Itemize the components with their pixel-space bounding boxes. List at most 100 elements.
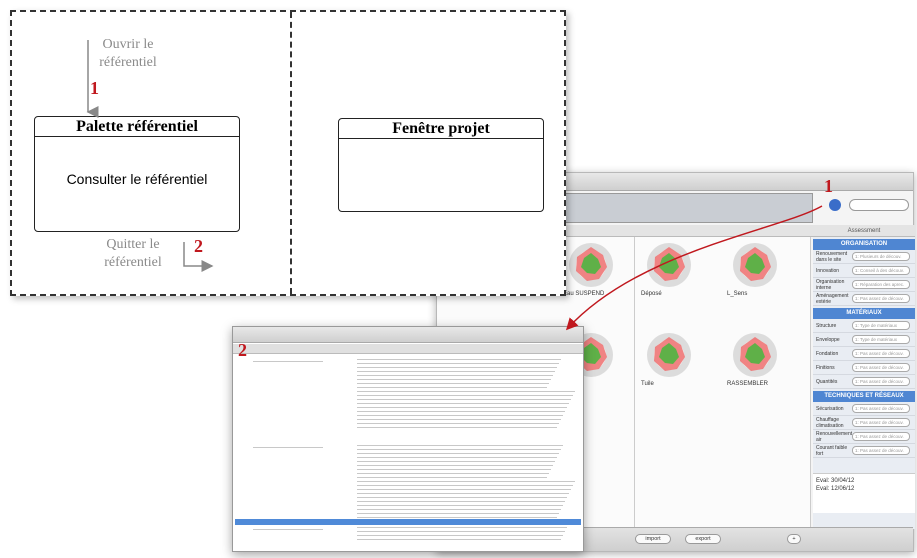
assessment-row-select[interactable]: 1: Pas assez de découv. bbox=[852, 377, 910, 386]
referentiel-text-line bbox=[357, 539, 561, 540]
referentiel-text-line bbox=[357, 411, 565, 412]
step-1-number: 1 bbox=[90, 78, 99, 98]
assessment-row: Sécurisation 1: Pas assez de découv. bbox=[813, 402, 915, 416]
open-annotation-line1: Ouvrir le bbox=[102, 37, 154, 52]
assessment-row: Courant faible fort 1: Pas assez de décou… bbox=[813, 444, 915, 458]
referentiel-window-titlebar bbox=[233, 327, 583, 343]
referentiel-text-line bbox=[357, 383, 549, 384]
referentiel-text-line bbox=[357, 453, 559, 454]
referentiel-text-line bbox=[357, 371, 555, 372]
referentiel-text-line bbox=[357, 531, 565, 532]
assessment-row-select[interactable]: 1: Plusieurs de découv. bbox=[852, 252, 910, 261]
assessment-row-select[interactable]: 1: Conseil à des découv. bbox=[852, 266, 910, 275]
radar-thumbnail[interactable] bbox=[645, 331, 693, 379]
referentiel-text-line bbox=[357, 517, 557, 518]
referentiel-text-line bbox=[357, 379, 551, 380]
assessment-row-label: Sécurisation bbox=[816, 405, 844, 412]
radar-thumbnail[interactable] bbox=[567, 241, 615, 289]
assessment-row-select[interactable]: 1: Pas assez de découv. bbox=[852, 404, 910, 413]
referentiel-text-line bbox=[357, 449, 561, 450]
referentiel-criterion-label bbox=[253, 529, 323, 530]
radar-label: Eau SUSPEND bbox=[563, 291, 605, 297]
assessment-row: Aménagement extérie 1: Pas assez de décou… bbox=[813, 292, 915, 306]
referentiel-text-line bbox=[357, 513, 559, 514]
assessment-row-label: Innovation bbox=[816, 267, 840, 274]
referentiel-criterion-label bbox=[253, 447, 323, 448]
assessment-row-select[interactable]: 1: Réparation des aprec. bbox=[852, 280, 910, 289]
assessment-sections: ORGANISATION Renouvement dans le site 1: P… bbox=[813, 239, 915, 458]
assessment-row-select[interactable]: 1: Pas assez de découv. bbox=[852, 446, 910, 455]
assessment-row-select[interactable]: 1: Type de matériaux bbox=[852, 335, 910, 344]
assessment-row-label: Courant faible fort bbox=[816, 444, 848, 457]
assessment-row-label: Organisation interne bbox=[816, 278, 845, 291]
referentiel-text-line bbox=[357, 489, 571, 490]
evaluation-date-2[interactable]: Eval: 12/06/12 bbox=[816, 485, 912, 493]
assessment-row: Enveloppe 1: Type de matériaux bbox=[813, 333, 915, 347]
diagram-divider bbox=[290, 12, 292, 294]
assessment-row: Structure 1: Type de matériaux bbox=[813, 319, 915, 333]
open-annotation: Ouvrir le référentiel bbox=[98, 36, 158, 72]
assessment-row: Finitions 1: Pas assez de découv. bbox=[813, 361, 915, 375]
referentiel-text-line bbox=[357, 535, 563, 536]
radar-chart-icon bbox=[733, 333, 777, 377]
assessment-row-label: Fondation bbox=[816, 350, 839, 357]
referentiel-text-line bbox=[357, 477, 547, 478]
radar-thumbnail[interactable] bbox=[731, 241, 779, 289]
referentiel-text-line bbox=[357, 457, 557, 458]
referentiel-text-line bbox=[357, 367, 557, 368]
radar-thumbnail[interactable] bbox=[645, 241, 693, 289]
assessment-section-title: TECHNIQUES ET RÉSEAUX bbox=[813, 391, 915, 402]
assessment-row-label: Renouvement dans le site bbox=[816, 250, 848, 263]
project-info-bar bbox=[563, 193, 813, 223]
radar-chart-icon bbox=[569, 243, 613, 287]
radar-thumbnail[interactable] bbox=[731, 331, 779, 379]
referentiel-text-line bbox=[357, 527, 567, 528]
referentiel-text-line bbox=[357, 399, 571, 400]
referentiel-text-line bbox=[357, 485, 573, 486]
assessment-row-label: Renouvellement air bbox=[816, 430, 853, 443]
referentiel-text-line bbox=[357, 407, 567, 408]
referentiel-window bbox=[232, 326, 584, 552]
referentiel-text-line bbox=[357, 493, 569, 494]
evaluation-date-1[interactable]: Eval: 30/04/12 bbox=[816, 477, 912, 485]
assessment-row-select[interactable]: 1: Pas assez de découv. bbox=[852, 418, 910, 427]
radar-label: L_Sens bbox=[727, 291, 748, 297]
quit-annotation-line1: Quitter le bbox=[106, 237, 160, 252]
referentiel-text-line bbox=[357, 465, 553, 466]
radar-chart-icon bbox=[733, 243, 777, 287]
assessment-row: Organisation interne 1: Réparation des ap… bbox=[813, 278, 915, 292]
add-icon[interactable]: + bbox=[787, 534, 801, 544]
referentiel-text-line bbox=[357, 415, 563, 416]
project-window-title: Fenêtre projet bbox=[339, 119, 543, 139]
assessment-row-select[interactable]: 1: Pas assez de découv. bbox=[852, 294, 910, 303]
radar-label: RASSEMBLER bbox=[727, 381, 769, 387]
radar-chart-icon bbox=[647, 333, 691, 377]
referentiel-text-line bbox=[357, 461, 555, 462]
assessment-row-select[interactable]: 1: Type de matériaux bbox=[852, 321, 910, 330]
export-button[interactable]: export bbox=[685, 534, 721, 544]
referentiel-selected-row[interactable] bbox=[235, 519, 581, 525]
quit-annotation: Quitter le référentiel bbox=[100, 236, 166, 272]
referentiel-text-line bbox=[357, 395, 573, 396]
radar-label: Tuile bbox=[641, 381, 654, 387]
assessment-row-select[interactable]: 1: Pas assez de découv. bbox=[852, 363, 910, 372]
import-button[interactable]: import bbox=[635, 534, 671, 544]
assessment-row-select[interactable]: 1: Pas assez de découv. bbox=[852, 349, 910, 358]
assessment-row-select[interactable]: 1: Pas assez de découv. bbox=[852, 432, 910, 441]
project-window-box: Fenêtre projet bbox=[338, 118, 544, 212]
referentiel-text-line bbox=[357, 363, 559, 364]
workflow-diagram: Ouvrir le référentiel 1 Palette référent… bbox=[10, 10, 566, 296]
search-input[interactable] bbox=[849, 199, 909, 211]
referentiel-criterion-label bbox=[253, 361, 323, 362]
referentiel-text-line bbox=[357, 359, 561, 360]
referentiel-text-line bbox=[357, 473, 549, 474]
referentiel-text-line bbox=[357, 427, 557, 428]
assessment-row-label: Finitions bbox=[816, 364, 835, 371]
referentiel-text-line bbox=[357, 445, 563, 446]
referentiel-text-line bbox=[357, 423, 559, 424]
referentiel-text-line bbox=[357, 391, 575, 392]
info-icon[interactable] bbox=[829, 199, 841, 211]
assessment-row: Quantités 1: Pas assez de découv. bbox=[813, 375, 915, 389]
assessment-row: Renouvellement air 1: Pas assez de découv… bbox=[813, 430, 915, 444]
radar-chart-icon bbox=[647, 243, 691, 287]
